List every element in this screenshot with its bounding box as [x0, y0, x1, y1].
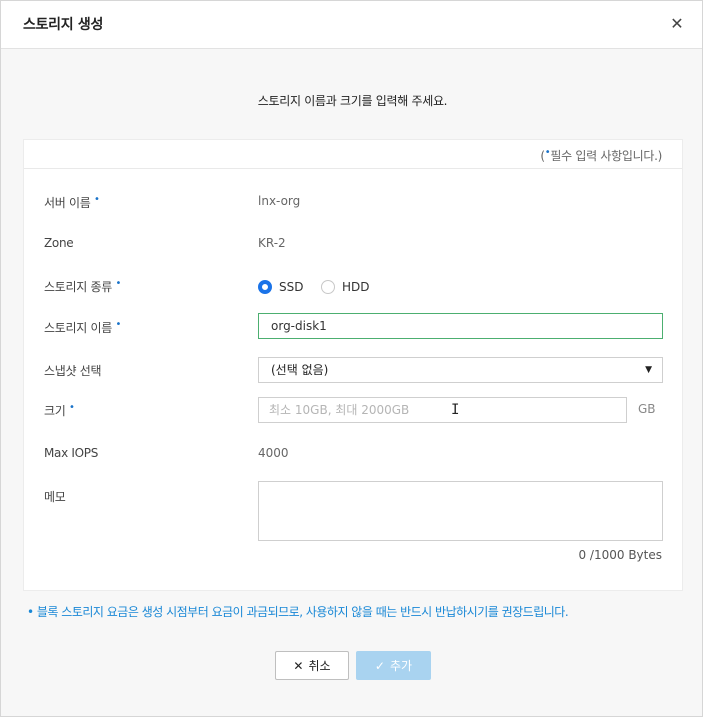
required-note: (•필수 입력 사항입니다.): [540, 147, 662, 163]
max-iops-label: Max IOPS: [44, 446, 99, 460]
dialog-title: 스토리지 생성: [23, 17, 104, 33]
form-card: (•필수 입력 사항입니다.) 서버 이름 • lnx-org Zone KR-…: [23, 139, 683, 591]
add-button[interactable]: ✓ 추가: [356, 651, 431, 680]
storage-create-dialog: 스토리지 생성 ✕ 스토리지 이름과 크기를 입력해 주세요. (•필수 입력 …: [0, 0, 703, 717]
zone-value: KR-2: [258, 236, 286, 250]
dialog-intro: 스토리지 이름과 크기를 입력해 주세요.: [257, 94, 448, 108]
required-dot-icon: •: [115, 319, 122, 330]
close-icon: ✕: [293, 658, 304, 673]
billing-notice: • 블록 스토리지 요금은 생성 시점부터 요금이 과금되므로, 사용하지 않을…: [27, 605, 569, 619]
radio-unselected-icon[interactable]: [321, 280, 335, 294]
memo-byte-counter: 0 /1000 Bytes: [578, 548, 662, 562]
required-dot-icon: •: [115, 278, 122, 289]
snapshot-label: 스냅샷 선택: [44, 364, 102, 378]
size-unit: GB: [638, 402, 656, 416]
close-icon[interactable]: ✕: [668, 15, 686, 33]
radio-hdd[interactable]: HDD: [321, 280, 370, 294]
divider: [24, 168, 682, 169]
text-cursor-icon: I: [451, 402, 460, 418]
cancel-button[interactable]: ✕ 취소: [275, 651, 349, 680]
server-name-value: lnx-org: [258, 194, 301, 208]
snapshot-select[interactable]: (선택 없음) ▼: [258, 357, 663, 383]
dialog-header: 스토리지 생성 ✕: [1, 1, 702, 49]
check-icon: ✓: [374, 658, 385, 673]
zone-label: Zone: [44, 236, 74, 250]
memo-label: 메모: [44, 490, 66, 504]
memo-textarea[interactable]: [258, 481, 663, 541]
storage-type-label: 스토리지 종류 •: [44, 278, 122, 294]
dropdown-arrow-icon: ▼: [645, 365, 652, 375]
storage-name-label: 스토리지 이름 •: [44, 319, 122, 335]
radio-selected-icon[interactable]: [258, 280, 272, 294]
size-input[interactable]: [258, 397, 627, 423]
size-label: 크기 •: [44, 402, 75, 418]
required-dot-icon: •: [94, 194, 100, 205]
server-name-label: 서버 이름 •: [44, 194, 100, 210]
radio-ssd[interactable]: SSD: [258, 280, 303, 294]
storage-name-input[interactable]: org-disk1: [258, 313, 663, 339]
max-iops-value: 4000: [258, 446, 289, 460]
required-dot-icon: •: [69, 402, 75, 413]
